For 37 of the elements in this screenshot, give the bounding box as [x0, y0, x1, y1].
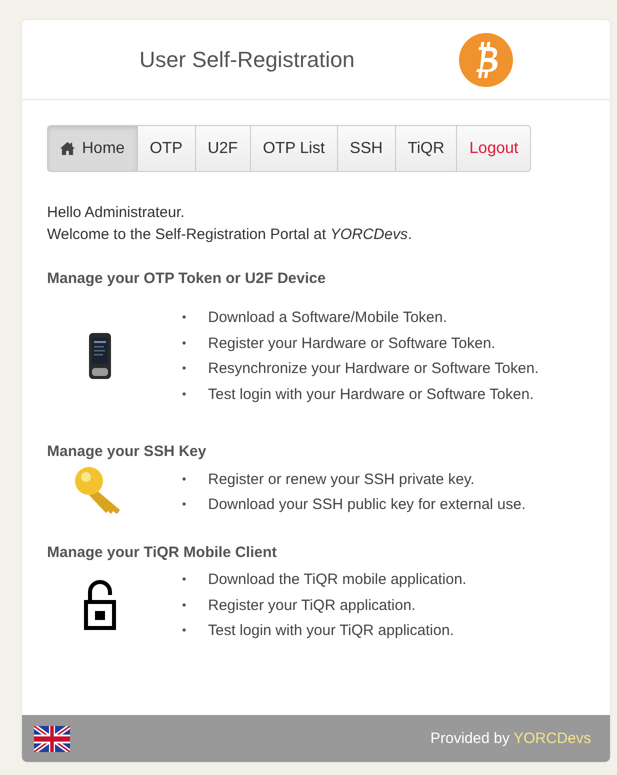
page-title: User Self-Registration	[139, 46, 355, 72]
feature-item: Download a Software/Mobile Token.	[208, 308, 448, 328]
logout-tab[interactable]: Logout	[457, 126, 530, 171]
greeting-text: Hello Administrateur.	[47, 203, 186, 223]
feature-item: Test login with your TiQR application.	[208, 621, 454, 641]
feature-item: Resynchronize your Hardware or Software Token.	[208, 359, 539, 379]
section-heading: Manage your SSH Key	[47, 443, 208, 460]
feature-item: Register or renew your SSH private key.	[208, 470, 474, 490]
feature-item: Download your SSH public key for external use.	[208, 495, 526, 515]
coin-logo-icon	[458, 32, 513, 86]
feature-item: Register your TiQR application.	[208, 596, 416, 616]
nav-tab[interactable]: OTP List	[250, 126, 338, 171]
feature-item: Test login with your Hardware or Software Token.	[208, 384, 534, 404]
footer-text: Provided by	[430, 730, 510, 747]
bullet-mark: •	[182, 386, 188, 402]
bullet-mark: •	[182, 622, 188, 639]
bullet-mark: •	[182, 571, 188, 588]
feature-item: Download the TiQR mobile application.	[208, 570, 466, 590]
uk-flag-icon[interactable]	[34, 726, 70, 752]
bullet-mark: •	[182, 596, 188, 614]
nav-tab[interactable]: Home	[48, 126, 138, 171]
nav-tab[interactable]: OTP	[138, 126, 196, 171]
nav-tab[interactable]: U2F	[196, 126, 251, 171]
nav-tab[interactable]: SSH	[338, 126, 396, 171]
feature-item: Register your Hardware or Software Token.	[208, 334, 496, 354]
bullet-mark: •	[182, 309, 188, 326]
bullet-mark: •	[182, 360, 188, 377]
bullet-mark: •	[182, 496, 188, 513]
open-padlock-icon	[84, 580, 116, 630]
bullet-mark: •	[182, 334, 188, 352]
section-heading: Manage your TiQR Mobile Client	[47, 544, 278, 561]
phone-icon	[88, 333, 110, 379]
bullet-mark: •	[182, 470, 188, 488]
section-heading: Manage your OTP Token or U2F Device	[47, 270, 327, 287]
home-icon	[60, 142, 75, 155]
welcome-text: Welcome to the Self-Registration Portal at YORCDevs.	[47, 225, 413, 245]
nav-tab[interactable]: TiQR	[396, 126, 458, 171]
